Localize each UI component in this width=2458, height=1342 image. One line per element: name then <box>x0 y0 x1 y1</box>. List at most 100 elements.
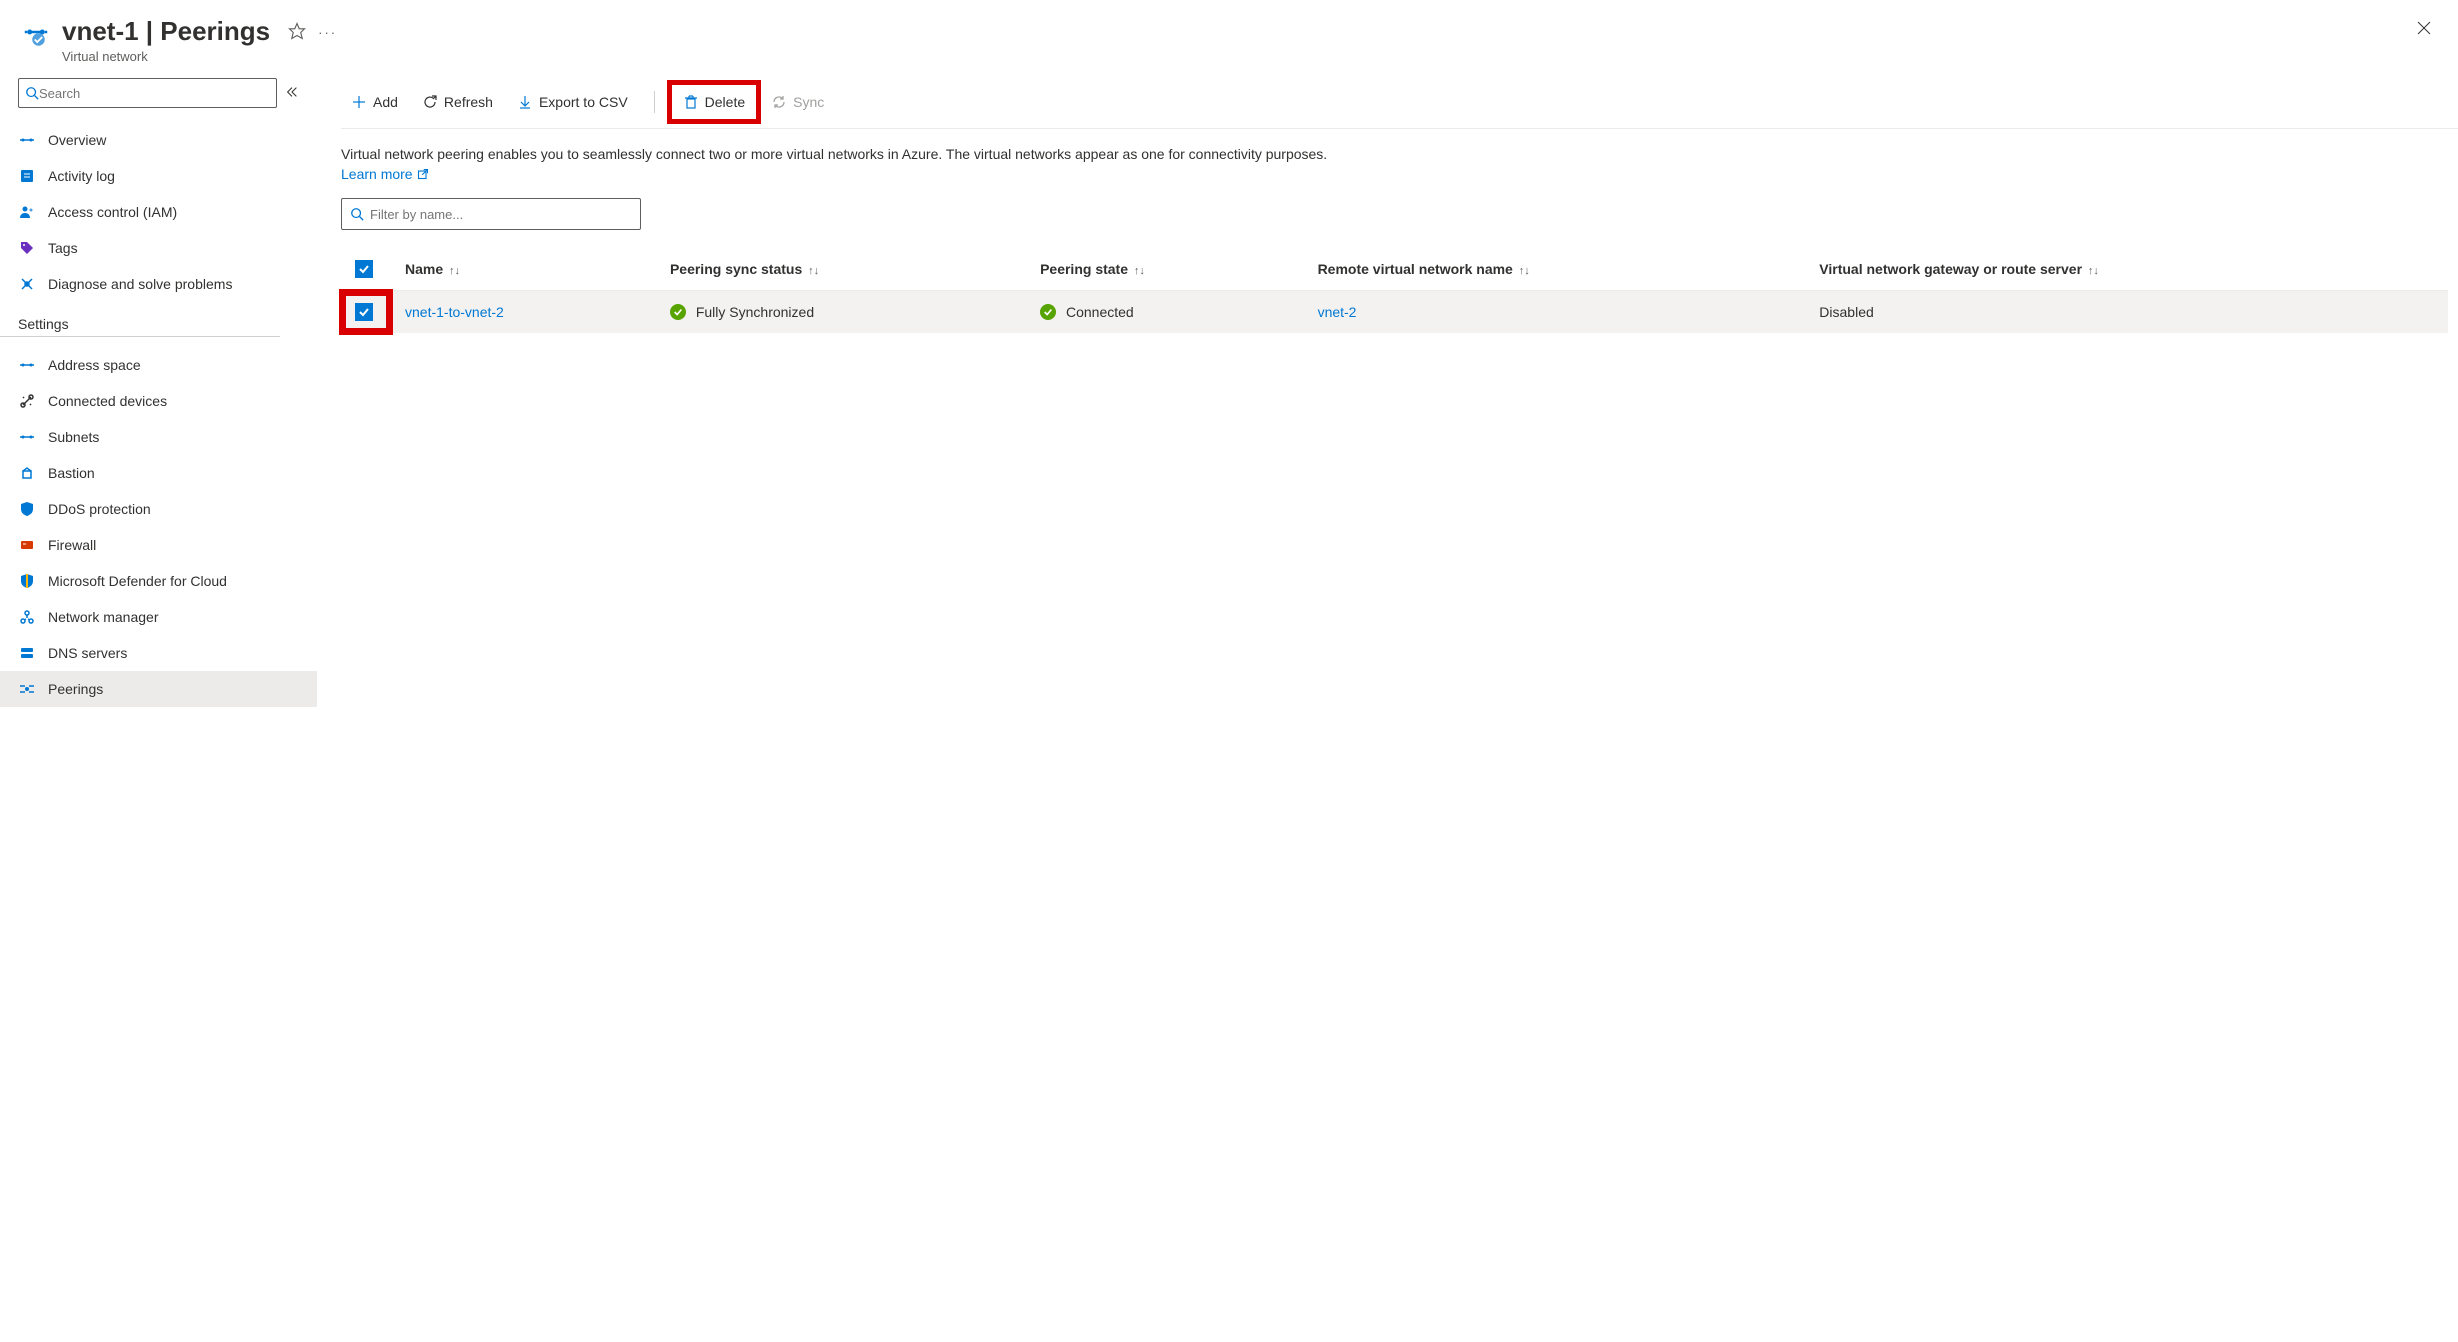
export-label: Export to CSV <box>539 94 628 110</box>
page-title: vnet-1 | Peerings <box>62 16 270 47</box>
sidebar-item-peerings[interactable]: Peerings <box>0 671 317 707</box>
sync-icon <box>771 94 787 110</box>
network-manager-icon <box>18 608 36 626</box>
peerings-table: Name ↑↓ Peering sync status ↑↓ Peering s… <box>341 248 2448 333</box>
delete-label: Delete <box>705 94 745 110</box>
state-value: Connected <box>1066 304 1134 320</box>
sidebar-item-activity-log[interactable]: Activity log <box>0 158 317 194</box>
vnet-icon <box>20 16 52 48</box>
sidebar-search-input[interactable] <box>39 86 270 101</box>
sidebar-search[interactable] <box>18 78 277 108</box>
sidebar-item-address-space[interactable]: Address space <box>0 347 317 383</box>
collapse-sidebar-icon[interactable] <box>285 85 299 102</box>
sidebar-item-tags[interactable]: Tags <box>0 230 317 266</box>
sidebar-item-label: Tags <box>48 240 78 256</box>
description-text: Virtual network peering enables you to s… <box>341 129 2458 198</box>
page-header: vnet-1 | Peerings Virtual network ··· <box>0 0 2458 74</box>
export-csv-button[interactable]: Export to CSV <box>507 88 638 116</box>
add-button[interactable]: Add <box>341 88 408 116</box>
plus-icon <box>351 94 367 110</box>
success-icon <box>670 304 686 320</box>
favorite-star-icon[interactable] <box>288 22 306 43</box>
column-remote[interactable]: Remote virtual network name ↑↓ <box>1304 248 1806 291</box>
more-actions-icon[interactable]: ··· <box>318 25 337 40</box>
row-checkbox[interactable] <box>355 303 373 321</box>
sort-icon: ↑↓ <box>808 265 819 277</box>
search-icon <box>25 86 39 100</box>
sort-icon: ↑↓ <box>1134 265 1145 277</box>
sync-label: Sync <box>793 94 824 110</box>
success-icon <box>1040 304 1056 320</box>
sidebar-item-label: DDoS protection <box>48 501 151 517</box>
tags-icon <box>18 239 36 257</box>
sidebar-item-dns-servers[interactable]: DNS servers <box>0 635 317 671</box>
search-icon <box>350 207 364 221</box>
dns-servers-icon <box>18 644 36 662</box>
trash-icon <box>683 94 699 110</box>
external-link-icon <box>417 168 429 180</box>
connected-devices-icon <box>18 392 36 410</box>
download-icon <box>517 94 533 110</box>
subnets-icon <box>18 428 36 446</box>
page-subtitle: Virtual network <box>62 49 270 64</box>
sidebar-item-label: Microsoft Defender for Cloud <box>48 573 227 589</box>
column-name[interactable]: Name ↑↓ <box>391 248 656 291</box>
table-row[interactable]: vnet-1-to-vnet-2 Fully Synchronized Conn… <box>341 291 2448 334</box>
bastion-icon <box>18 464 36 482</box>
sidebar-item-bastion[interactable]: Bastion <box>0 455 317 491</box>
toolbar-separator <box>654 91 655 113</box>
refresh-label: Refresh <box>444 94 493 110</box>
add-label: Add <box>373 94 398 110</box>
remote-vnet-link[interactable]: vnet-2 <box>1318 304 1357 320</box>
sidebar-item-diagnose[interactable]: Diagnose and solve problems <box>0 266 317 302</box>
delete-button[interactable]: Delete <box>671 84 757 120</box>
sync-status-value: Fully Synchronized <box>696 304 814 320</box>
main-content: Add Refresh Export to CSV Delete Sy <box>317 74 2458 1342</box>
sidebar-item-label: DNS servers <box>48 645 127 661</box>
sidebar-section-settings: Settings <box>0 302 280 337</box>
activity-log-icon <box>18 167 36 185</box>
sidebar-item-label: Overview <box>48 132 106 148</box>
defender-icon <box>18 572 36 590</box>
learn-more-label: Learn more <box>341 165 413 185</box>
sidebar-item-label: Subnets <box>48 429 99 445</box>
sidebar-item-label: Connected devices <box>48 393 167 409</box>
sort-icon: ↑↓ <box>449 265 460 277</box>
description-body: Virtual network peering enables you to s… <box>341 146 1327 162</box>
sidebar-item-label: Network manager <box>48 609 159 625</box>
sidebar-item-overview[interactable]: Overview <box>0 122 317 158</box>
sidebar-item-network-manager[interactable]: Network manager <box>0 599 317 635</box>
close-icon[interactable] <box>2416 20 2432 39</box>
sidebar-item-ddos[interactable]: DDoS protection <box>0 491 317 527</box>
diagnose-icon <box>18 275 36 293</box>
peerings-icon <box>18 680 36 698</box>
filter-input-wrapper[interactable] <box>341 198 641 230</box>
column-state[interactable]: Peering state ↑↓ <box>1026 248 1303 291</box>
refresh-button[interactable]: Refresh <box>412 88 503 116</box>
sidebar-item-access-control[interactable]: Access control (IAM) <box>0 194 317 230</box>
access-control-icon <box>18 203 36 221</box>
sidebar-item-label: Diagnose and solve problems <box>48 276 232 292</box>
peering-name-link[interactable]: vnet-1-to-vnet-2 <box>405 304 504 320</box>
sidebar-item-label: Address space <box>48 357 141 373</box>
sort-icon: ↑↓ <box>1519 265 1530 277</box>
column-sync-status[interactable]: Peering sync status ↑↓ <box>656 248 1026 291</box>
toolbar: Add Refresh Export to CSV Delete Sy <box>341 74 2458 129</box>
address-space-icon <box>18 356 36 374</box>
sidebar-item-subnets[interactable]: Subnets <box>0 419 317 455</box>
sidebar-item-connected-devices[interactable]: Connected devices <box>0 383 317 419</box>
select-all-checkbox[interactable] <box>355 260 373 278</box>
learn-more-link[interactable]: Learn more <box>341 165 429 185</box>
sidebar-item-label: Activity log <box>48 168 115 184</box>
sort-icon: ↑↓ <box>2088 265 2099 277</box>
sidebar-item-label: Bastion <box>48 465 95 481</box>
sidebar-item-defender[interactable]: Microsoft Defender for Cloud <box>0 563 317 599</box>
column-gateway[interactable]: Virtual network gateway or route server … <box>1805 248 2448 291</box>
gateway-value: Disabled <box>1819 304 1873 320</box>
refresh-icon <box>422 94 438 110</box>
filter-input[interactable] <box>370 207 632 222</box>
firewall-icon <box>18 536 36 554</box>
sidebar-item-firewall[interactable]: Firewall <box>0 527 317 563</box>
overview-icon <box>18 131 36 149</box>
sidebar-item-label: Access control (IAM) <box>48 204 177 220</box>
